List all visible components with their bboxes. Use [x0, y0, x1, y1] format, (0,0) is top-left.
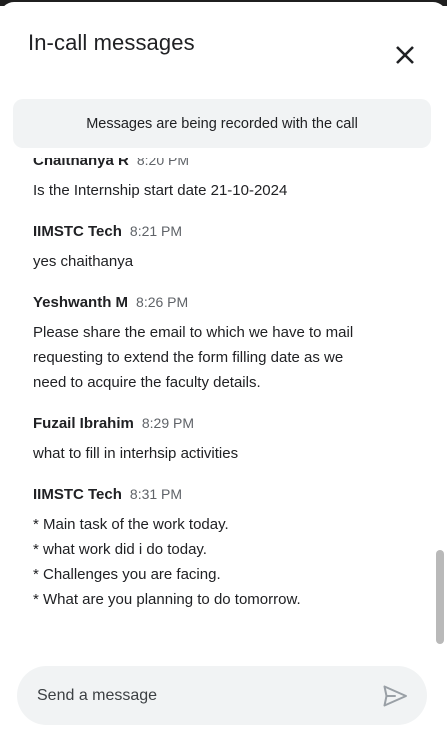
- message-item: Yeshwanth M 8:26 PM Please share the ema…: [33, 294, 423, 395]
- message-sender: Yeshwanth M: [33, 294, 129, 311]
- message-text: * Main task of the work today.: [33, 516, 229, 533]
- message-item: Fuzail Ibrahim 8:29 PM what to fill in i…: [33, 415, 423, 466]
- message-text: Please share the email to which we have …: [33, 324, 354, 341]
- recording-notice: Messages are being recorded with the cal…: [13, 99, 431, 148]
- message-sender: IIMSTC Tech: [33, 486, 122, 503]
- message-text: yes chaithanya: [33, 253, 134, 270]
- message-text: what to fill in interhsip activities: [33, 445, 239, 462]
- message-text: need to acquire the faculty details.: [33, 374, 261, 391]
- close-icon: [396, 46, 414, 64]
- message-item: IIMSTC Tech 8:31 PM * Main task of the w…: [33, 486, 423, 612]
- message-text: * what work did i do today.: [33, 541, 207, 558]
- message-time: 8:26 PM: [136, 294, 189, 310]
- message-text: * What are you planning to do tomorrow.: [33, 591, 301, 608]
- message-text: Is the Internship start date 21-10-2024: [33, 182, 288, 199]
- send-icon: [383, 685, 407, 707]
- message-item: Chaithanya R 8:20 PM Is the Internship s…: [33, 158, 423, 203]
- message-sender: Chaithanya R: [33, 158, 129, 169]
- message-time: 8:21 PM: [129, 223, 183, 239]
- panel-title: In-call messages: [28, 30, 195, 55]
- message-text: requesting to extend the form filling da…: [33, 349, 344, 366]
- recording-notice-text: Messages are being recorded with the cal…: [86, 115, 358, 132]
- close-button[interactable]: [388, 38, 422, 72]
- message-item: IIMSTC Tech 8:21 PM yes chaithanya: [33, 223, 423, 274]
- message-list[interactable]: Chaithanya R 8:20 PM Is the Internship s…: [0, 158, 447, 650]
- message-composer: [17, 666, 427, 725]
- message-time: 8:31 PM: [129, 486, 183, 502]
- message-sender: Fuzail Ibrahim: [33, 415, 134, 432]
- message-time: 8:20 PM: [136, 158, 189, 168]
- message-scrollbar[interactable]: [436, 158, 444, 650]
- panel-header: In-call messages: [0, 16, 447, 74]
- message-time: 8:29 PM: [141, 415, 194, 431]
- scrollbar-thumb[interactable]: [436, 550, 444, 644]
- message-text: * Challenges you are facing.: [33, 566, 221, 583]
- message-sender: IIMSTC Tech: [33, 223, 122, 240]
- window-top-edge: [0, 0, 447, 16]
- send-button[interactable]: [379, 680, 411, 712]
- message-input[interactable]: [37, 666, 367, 725]
